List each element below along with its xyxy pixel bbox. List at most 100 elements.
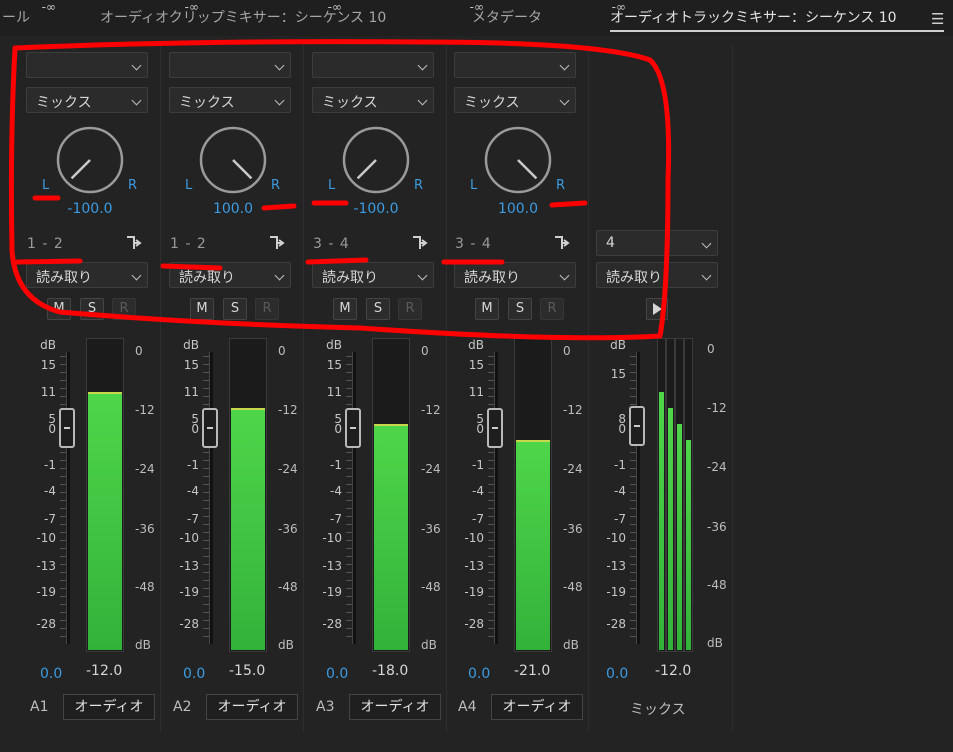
mix-mode-dropdown[interactable]: ミックス (169, 87, 291, 113)
mute-button[interactable]: M (190, 298, 214, 320)
routing-icon[interactable] (411, 234, 431, 252)
meter-scale-label: -24 (278, 462, 298, 476)
record-button[interactable]: R (112, 298, 136, 320)
solo-button[interactable]: S (223, 298, 247, 320)
automation-mode-dropdown[interactable]: 読み取り (312, 262, 434, 288)
pan-value[interactable]: 100.0 (188, 201, 278, 217)
volume-fader-handle[interactable] (345, 408, 361, 448)
pan-value[interactable]: -100.0 (45, 201, 135, 217)
tab-tools[interactable]: ール (2, 7, 30, 27)
solo-button[interactable]: S (366, 298, 390, 320)
fader-scale-label: -∞ (327, 0, 342, 14)
volume-value[interactable]: 0.0 (468, 666, 490, 682)
fader-scale-label: -19 (322, 585, 342, 599)
fader-scale-label: 0 (334, 422, 342, 436)
meter-scale-label: -48 (563, 580, 583, 594)
pan-knob[interactable] (482, 124, 554, 196)
chevron-down-icon (131, 60, 142, 71)
meter-peak-cap (516, 440, 550, 442)
track-name-field[interactable]: オーディオ (206, 694, 298, 720)
track-name-field[interactable]: オーディオ (63, 694, 155, 720)
record-button[interactable]: R (398, 298, 422, 320)
pan-knob[interactable] (197, 124, 269, 196)
mix-mode-dropdown[interactable]: ミックス (454, 87, 576, 113)
peak-value: -12.0 (86, 663, 123, 679)
master-automation-label: 読み取り (606, 270, 662, 286)
master-channels-dropdown[interactable]: 4 (596, 230, 718, 256)
volume-value[interactable]: 0.0 (183, 666, 205, 682)
automation-mode-label: 読み取り (322, 270, 378, 286)
tab-audio-track-mixer[interactable]: オーディオトラックミキサー：シーケンス 10 (610, 7, 897, 27)
meter-scale-label: -36 (563, 522, 583, 536)
pan-value[interactable]: -100.0 (331, 201, 421, 217)
routing-icon[interactable] (125, 234, 145, 252)
fader-scale-label: dB (183, 338, 199, 352)
fader-scale-label: 11 (183, 385, 199, 399)
volume-fader-handle[interactable] (59, 408, 75, 448)
meter-scale-label: 0 (421, 344, 429, 358)
automation-mode-dropdown[interactable]: 読み取り (26, 262, 148, 288)
fader-scale-label: -4 (187, 484, 199, 498)
volume-fader-handle[interactable] (202, 408, 218, 448)
routing-icon[interactable] (268, 234, 288, 252)
output-route-label: 3 - 4 (313, 236, 350, 252)
active-tab-indicator (610, 30, 944, 32)
hamburger-menu-icon[interactable]: ☰ (931, 10, 944, 28)
record-button[interactable]: R (255, 298, 279, 320)
meter-peak-cap (231, 408, 265, 410)
effect-dropdown[interactable] (169, 52, 291, 78)
fader-scale-label: -7 (330, 512, 342, 526)
fader-scale-label: -∞ (184, 0, 199, 14)
pan-right-label: R (128, 178, 138, 193)
fader-scale-label: -10 (464, 531, 484, 545)
channel-separator (732, 44, 733, 732)
fader-track (494, 352, 498, 644)
effect-dropdown[interactable] (312, 52, 434, 78)
pan-knob[interactable] (54, 124, 126, 196)
pan-value[interactable]: 100.0 (473, 201, 563, 217)
effect-dropdown[interactable] (454, 52, 576, 78)
play-button[interactable] (646, 298, 668, 320)
mute-button[interactable]: M (47, 298, 71, 320)
mute-button[interactable]: M (475, 298, 499, 320)
volume-value[interactable]: 0.0 (326, 666, 348, 682)
chevron-down-icon (274, 270, 285, 281)
record-button[interactable]: R (540, 298, 564, 320)
volume-value[interactable]: 0.0 (40, 666, 62, 682)
track-name-field[interactable]: オーディオ (349, 694, 441, 720)
channel-separator (588, 44, 589, 732)
chevron-down-icon (131, 270, 142, 281)
chevron-down-icon (559, 95, 570, 106)
mute-button[interactable]: M (333, 298, 357, 320)
master-fader-scale-label: -∞ (611, 0, 626, 14)
output-route-label: 1 - 2 (170, 236, 207, 252)
play-icon (653, 303, 662, 315)
pan-knob[interactable] (340, 124, 412, 196)
meter-scale-label: -48 (135, 580, 155, 594)
fader-scale-label: -1 (187, 458, 199, 472)
mix-mode-label: ミックス (322, 95, 378, 111)
meter-scale-label: 0 (135, 344, 143, 358)
fader-scale-label: -28 (464, 617, 484, 631)
master-channels-value: 4 (606, 235, 615, 251)
solo-button[interactable]: S (80, 298, 104, 320)
meter-scale-label: 0 (278, 344, 286, 358)
meter-scale-label: -12 (135, 403, 155, 417)
meter-fill (516, 440, 550, 650)
fader-scale-label: -∞ (469, 0, 484, 14)
meter-scale-label: -36 (135, 522, 155, 536)
tab-audio-clip-mixer[interactable]: オーディオクリップミキサー：シーケンス 10 (100, 7, 386, 27)
track-name-field[interactable]: オーディオ (491, 694, 583, 720)
automation-mode-dropdown[interactable]: 読み取り (454, 262, 576, 288)
fader-scale-label: -10 (179, 531, 199, 545)
routing-icon[interactable] (553, 234, 573, 252)
solo-button[interactable]: S (508, 298, 532, 320)
effect-dropdown[interactable] (26, 52, 148, 78)
peak-value: -15.0 (229, 663, 266, 679)
master-automation-dropdown[interactable]: 読み取り (596, 262, 718, 288)
mix-mode-dropdown[interactable]: ミックス (312, 87, 434, 113)
volume-fader-handle[interactable] (487, 408, 503, 448)
automation-mode-dropdown[interactable]: 読み取り (169, 262, 291, 288)
pan-left-label: L (328, 178, 336, 193)
mix-mode-dropdown[interactable]: ミックス (26, 87, 148, 113)
